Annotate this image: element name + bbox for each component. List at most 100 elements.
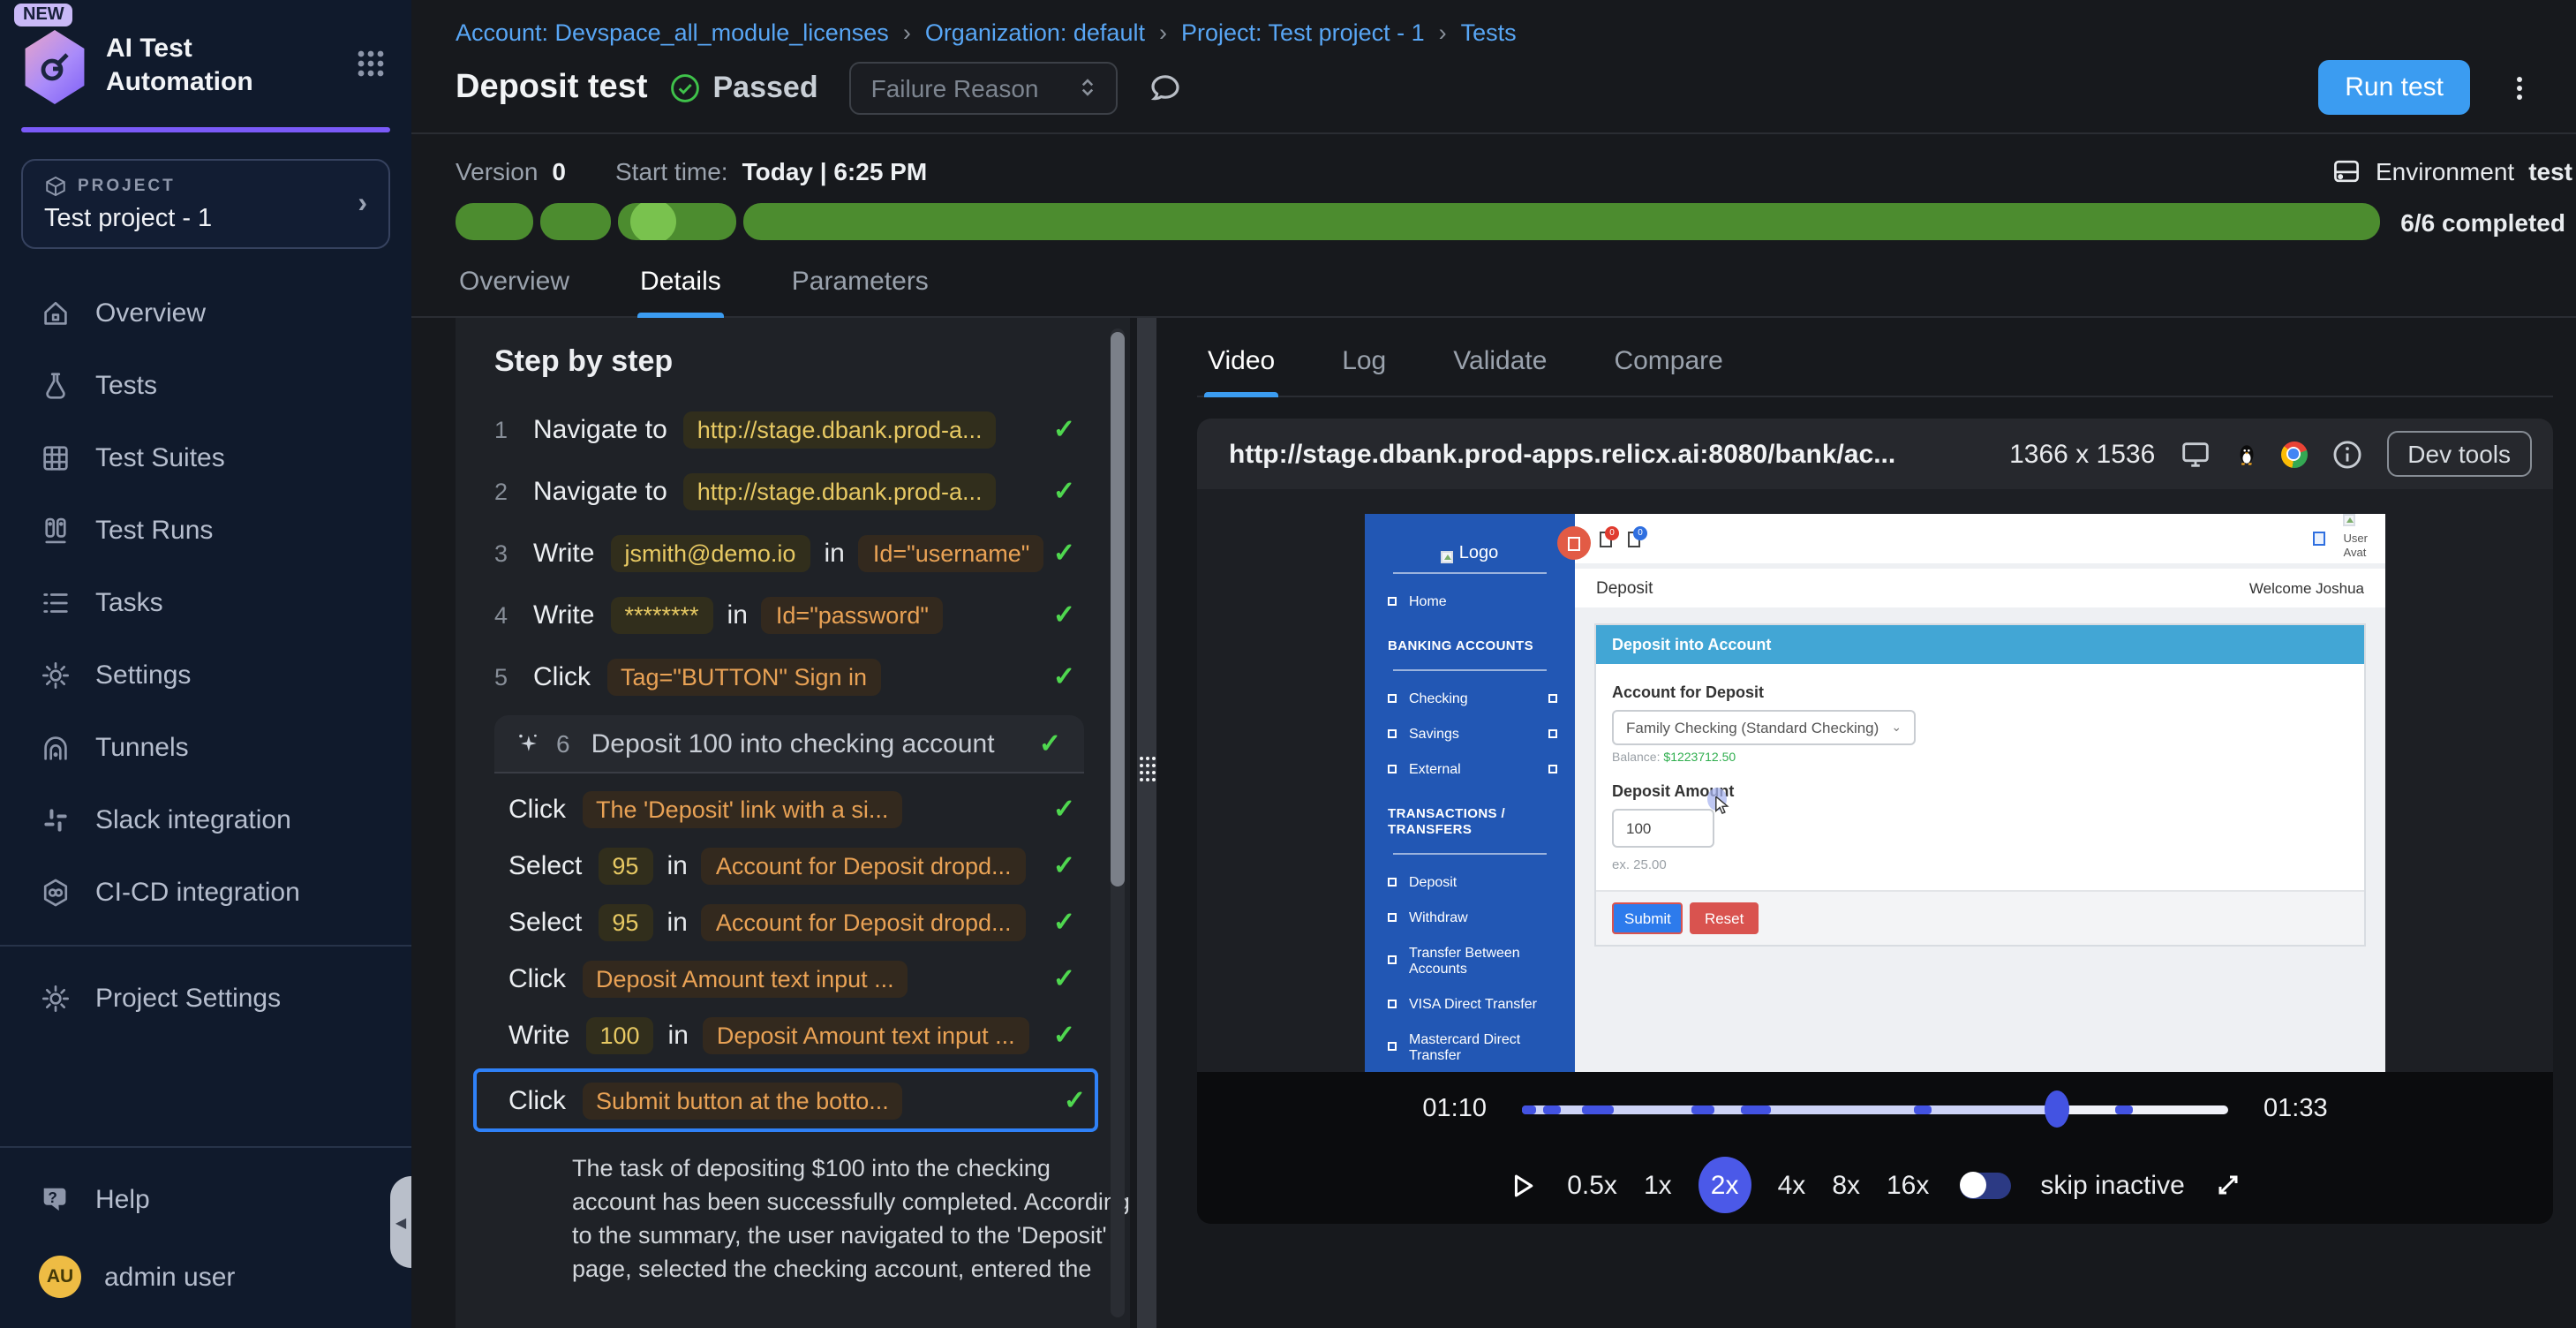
step-row[interactable]: 4 Write ********inId="password" ✓ — [494, 592, 1084, 638]
sidebar: NEW AI Test Automation — [0, 0, 411, 1328]
sidebar-item-help[interactable]: ? Help — [0, 1164, 411, 1236]
tunnel-icon — [39, 731, 72, 765]
breadcrumb-item-3[interactable]: Tests — [1461, 19, 1517, 46]
scrollbar-thumb[interactable] — [1111, 332, 1125, 886]
speed-button-4x[interactable]: 4x — [1778, 1170, 1806, 1200]
app-window: NEW AI Test Automation — [0, 0, 2576, 1328]
breadcrumb-item-0[interactable]: Account: Devspace_all_module_licenses — [456, 19, 889, 46]
sidebar-item-user[interactable]: AU admin user — [0, 1236, 411, 1317]
step-number: 6 — [556, 729, 570, 758]
bank-nav-deposit[interactable]: Deposit — [1365, 864, 1575, 899]
video-tab-validate[interactable]: Validate — [1450, 343, 1550, 396]
step-action: Navigate to — [533, 476, 667, 506]
speed-button-1x[interactable]: 1x — [1644, 1170, 1672, 1200]
failure-reason-select[interactable]: Failure Reason — [850, 61, 1119, 114]
bank-nav-external[interactable]: External — [1365, 751, 1575, 786]
tab-details[interactable]: Details — [636, 263, 725, 316]
timeline-activity-segment — [2115, 1105, 2132, 1113]
help-icon: ? — [39, 1183, 72, 1217]
speed-button-16x[interactable]: 16x — [1887, 1170, 1929, 1200]
substep-row[interactable]: Write 100inDeposit Amount text input ...… — [494, 1012, 1084, 1058]
breadcrumb-item-2[interactable]: Project: Test project - 1 — [1181, 19, 1425, 46]
step-row[interactable]: 2 Navigate to http://stage.dbank.prod-a.… — [494, 468, 1084, 514]
sidebar-item-tasks[interactable]: Tasks — [0, 567, 411, 639]
page-icon[interactable]: 0 — [1600, 531, 1612, 547]
bank-nav-home[interactable]: Home — [1365, 583, 1575, 618]
substep-row[interactable]: Click The 'Deposit' link with a si... ✓ — [494, 786, 1084, 832]
app-logo-icon — [21, 30, 88, 104]
kebab-menu-icon[interactable] — [2505, 72, 2534, 103]
bank-nav-withdraw[interactable]: Withdraw — [1365, 899, 1575, 934]
video-panel: Video Log Validate Compare http://stage.dba… — [1165, 318, 2576, 1328]
step-action: Click — [508, 1085, 566, 1115]
timeline-thumb[interactable] — [2045, 1090, 2069, 1128]
sidebar-item-overview[interactable]: Overview — [0, 277, 411, 350]
step-group-label: Deposit 100 into checking account — [591, 728, 995, 758]
bank-submit-button[interactable]: Submit — [1612, 902, 1683, 934]
comment-icon[interactable] — [1149, 70, 1184, 105]
video-tab-video[interactable]: Video — [1204, 343, 1278, 396]
panel-resize-gutter[interactable] — [1130, 318, 1165, 1328]
account-select[interactable]: Family Checking (Standard Checking) ⌄ — [1612, 710, 1916, 745]
step-row[interactable]: 5 Click Tag="BUTTON" Sign in ✓ — [494, 653, 1084, 699]
timeline-track[interactable] — [1522, 1105, 2228, 1113]
sidebar-collapse-handle[interactable]: ◀ — [390, 1176, 411, 1268]
bullet-icon — [1388, 596, 1397, 605]
bank-nav-savings[interactable]: Savings — [1365, 715, 1575, 751]
sidebar-item-tunnels[interactable]: Tunnels — [0, 712, 411, 784]
sidebar-item-settings[interactable]: Settings — [0, 639, 411, 712]
bank-sidebar: Logo Home BANKING ACCOUNTS Checking — [1365, 514, 1575, 1072]
deposit-amount-input[interactable]: 100 — [1612, 809, 1714, 848]
tab-overview[interactable]: Overview — [456, 263, 573, 316]
substep-row[interactable]: Click Deposit Amount text input ... ✓ — [494, 955, 1084, 1001]
bank-nav-transfer-between-accounts[interactable]: Transfer Between Accounts — [1365, 934, 1575, 985]
deposit-card-header: Deposit into Account — [1596, 625, 2364, 664]
step-group-header[interactable]: 6 Deposit 100 into checking account ✓ — [494, 715, 1084, 773]
scrollbar[interactable] — [1111, 328, 1125, 1317]
drag-handle-icon[interactable] — [1139, 756, 1156, 793]
flask-icon — [39, 369, 72, 403]
skip-inactive-toggle[interactable] — [1959, 1172, 2010, 1198]
sidebar-item-test-suites[interactable]: Test Suites — [0, 422, 411, 494]
project-selector[interactable]: PROJECT Test project - 1 › — [21, 159, 390, 249]
bank-nav-checking[interactable]: Checking — [1365, 680, 1575, 715]
timeline-activity-segment — [1544, 1105, 1562, 1113]
substep-row[interactable]: Select 95inAccount for Deposit dropd... … — [494, 899, 1084, 945]
apps-grid-icon[interactable] — [355, 47, 387, 87]
speed-button-8x[interactable]: 8x — [1832, 1170, 1860, 1200]
tab-parameters[interactable]: Parameters — [788, 263, 932, 316]
bank-section-accounts: BANKING ACCOUNTS — [1365, 618, 1575, 660]
video-tab-log[interactable]: Log — [1338, 343, 1390, 396]
info-icon[interactable] — [2330, 437, 2363, 471]
list-icon — [39, 586, 72, 620]
step-row[interactable]: 3 Write jsmith@demo.ioinId="username" ✓ — [494, 530, 1084, 576]
page-icon[interactable]: 0 — [1628, 531, 1640, 547]
substep-row[interactable]: Select 95inAccount for Deposit dropd... … — [494, 842, 1084, 888]
video-url: http://stage.dbank.prod-apps.relicx.ai:8… — [1229, 439, 1895, 469]
play-icon[interactable] — [1507, 1170, 1537, 1200]
sidebar-item-ci-cd-integration[interactable]: CI-CD integration — [0, 856, 411, 929]
bank-nav-mastercard-direct-transfer[interactable]: Mastercard Direct Transfer — [1365, 1021, 1575, 1072]
dev-tools-button[interactable]: Dev tools — [2386, 431, 2532, 477]
check-icon: ✓ — [1053, 599, 1075, 630]
breadcrumb-item-1[interactable]: Organization: default — [925, 19, 1145, 46]
speed-button-2x[interactable]: 2x — [1699, 1157, 1751, 1213]
step-value-tag: http://stage.dbank.prod-a... — [683, 411, 997, 448]
sidebar-item-tests[interactable]: Tests — [0, 350, 411, 422]
step-target-tag: The 'Deposit' link with a si... — [582, 790, 902, 827]
steps-title: Step by step — [494, 344, 1084, 380]
amount-hint: ex. 25.00 — [1612, 856, 2348, 872]
sidebar-item-slack-integration[interactable]: Slack integration — [0, 784, 411, 856]
bank-reset-button[interactable]: Reset — [1691, 902, 1758, 934]
run-test-button[interactable]: Run test — [2318, 60, 2470, 115]
speed-button-0-5x[interactable]: 0.5x — [1567, 1170, 1617, 1200]
video-tab-compare[interactable]: Compare — [1610, 343, 1726, 396]
step-row[interactable]: 1 Navigate to http://stage.dbank.prod-a.… — [494, 406, 1084, 452]
sidebar-item-test-runs[interactable]: Test Runs — [0, 494, 411, 567]
sidebar-item-project-settings[interactable]: Project Settings — [0, 962, 411, 1035]
account-for-deposit-label: Account for Deposit — [1612, 683, 2348, 701]
step-action: Select — [508, 907, 582, 937]
bank-nav-visa-direct-transfer[interactable]: VISA Direct Transfer — [1365, 985, 1575, 1021]
substep-row-selected[interactable]: Click Submit button at the botto... ✓ — [473, 1068, 1098, 1132]
fullscreen-icon[interactable] — [2215, 1171, 2243, 1199]
